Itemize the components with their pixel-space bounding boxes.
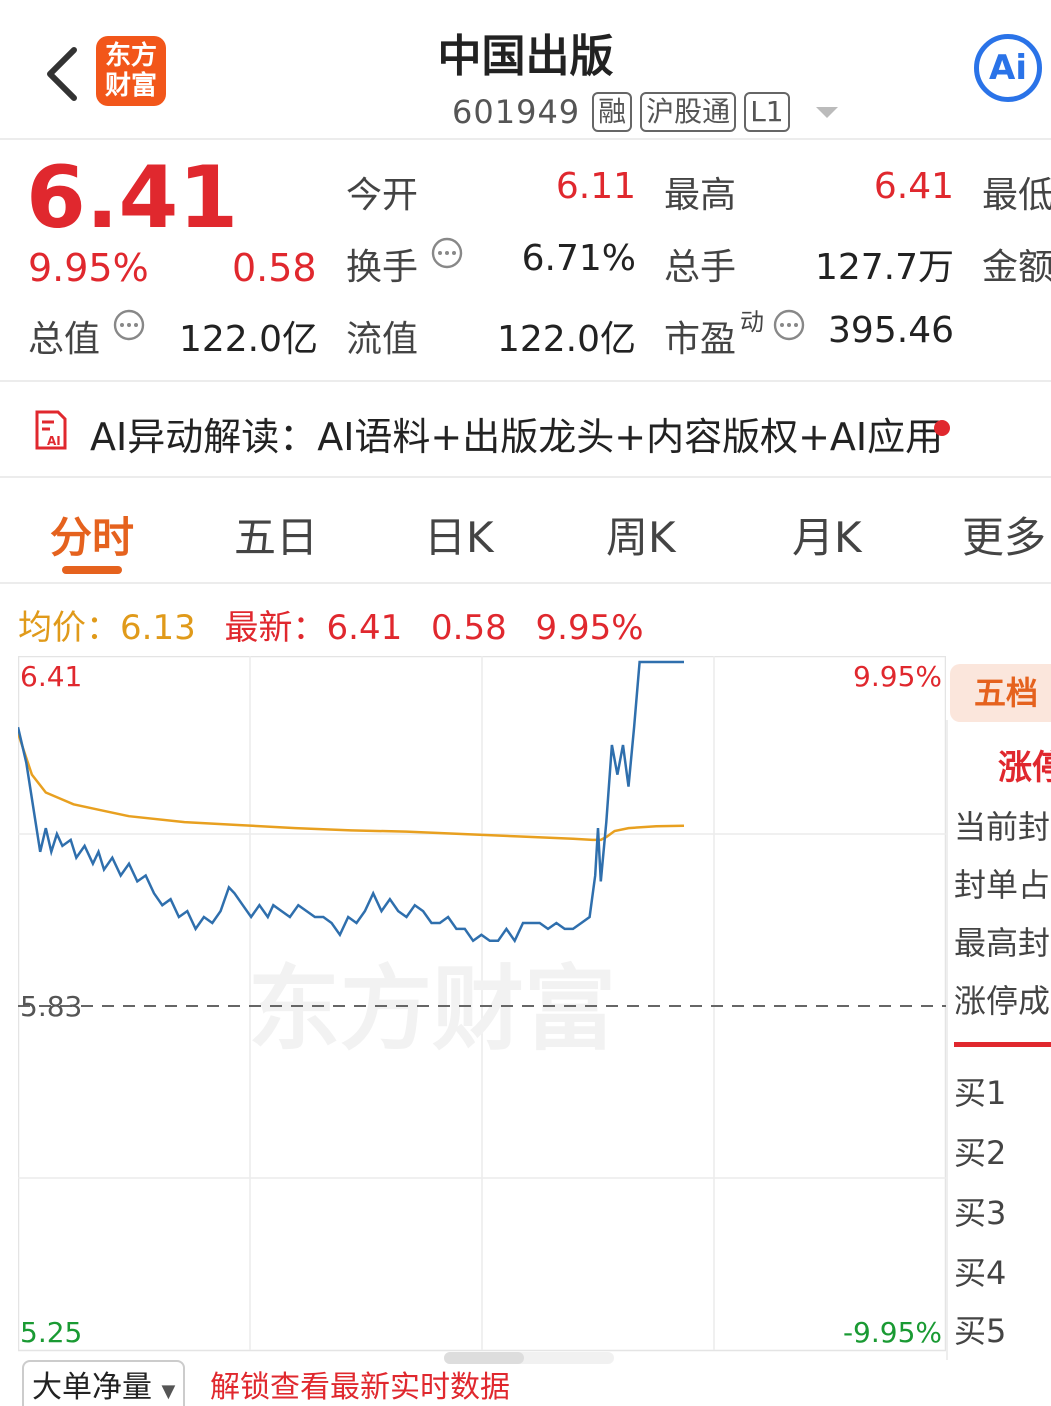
tab-monthly-k[interactable]: 月K <box>792 504 862 565</box>
unread-dot <box>934 420 950 436</box>
shanghai-connect-tag: 沪股通 <box>640 92 737 132</box>
stock-code-row[interactable]: 601949 融 沪股通 L1 <box>452 90 838 134</box>
y-label-mid: 5.83 <box>20 990 82 1023</box>
ai-document-icon: AI <box>35 410 67 450</box>
tab-weekly-k[interactable]: 周K <box>606 504 676 565</box>
turnover-value: 6.71% <box>521 238 636 279</box>
side-row: 封单占 <box>954 866 1051 904</box>
chart-change-pct: 9.95% <box>535 608 644 648</box>
turnover-label: 换手 <box>346 247 419 288</box>
info-icon[interactable] <box>772 308 806 342</box>
volume-value: 127.7万 <box>814 247 954 288</box>
ai-analysis-text[interactable]: AI异动解读：AI语料+出版龙头+内容版权+AI应用 <box>90 406 943 461</box>
side-row: 涨停成 <box>954 982 1051 1020</box>
change-amount: 0.58 <box>232 246 317 290</box>
active-tab-indicator <box>62 566 122 574</box>
avg-value: 6.13 <box>120 608 196 648</box>
stock-code: 601949 <box>452 93 581 131</box>
bid-4-label: 买4 <box>954 1254 1007 1292</box>
chevron-down-icon[interactable] <box>815 106 838 118</box>
side-row: 当前封 <box>954 808 1051 846</box>
big-order-net-dropdown[interactable]: 大单净量 ▼ <box>22 1360 186 1406</box>
page-indicator <box>444 1352 614 1364</box>
tab-five-levels[interactable]: 五档 <box>950 664 1051 722</box>
last-price: 6.41 <box>26 148 239 248</box>
high-label: 最高 <box>664 175 737 216</box>
high-value: 6.41 <box>873 166 954 207</box>
avg-price-line <box>18 732 685 842</box>
pe-value: 395.46 <box>828 310 954 351</box>
float-cap-label: 流值 <box>346 319 419 360</box>
caret-down-icon: ▼ <box>161 1381 176 1402</box>
ai-assistant-button[interactable]: Ai <box>974 34 1042 102</box>
y-label-high-pct: 9.95% <box>853 660 942 693</box>
open-label: 今开 <box>346 175 419 216</box>
info-icon[interactable] <box>112 308 146 342</box>
bid-5-label: 买5 <box>954 1312 1007 1350</box>
low-label: 最低 <box>982 175 1051 216</box>
intraday-chart[interactable]: 东方财富 6.41 5.83 5.25 9.95% -9.95% <box>18 656 946 1356</box>
unlock-realtime-link[interactable]: 解锁查看最新实时数据 <box>210 1362 510 1406</box>
bid-1-label: 买1 <box>954 1074 1007 1112</box>
price-line <box>18 660 684 944</box>
open-value: 6.11 <box>555 166 636 207</box>
volume-label: 总手 <box>664 247 737 288</box>
quote-divider <box>0 380 1051 382</box>
side-row: 最高封 <box>954 924 1051 962</box>
bid-2-label: 买2 <box>954 1134 1007 1172</box>
side-divider <box>946 720 948 1360</box>
watermark: 东方财富 <box>248 956 616 1063</box>
change-percent: 9.95% <box>28 246 149 290</box>
info-icon[interactable] <box>430 236 464 270</box>
chart-summary: 均价：6.13 最新：6.41 0.58 9.95% <box>18 600 662 649</box>
limit-up-label: 涨停 <box>998 748 1051 788</box>
tab-daily-k[interactable]: 日K <box>424 504 494 565</box>
y-label-low-pct: -9.95% <box>843 1316 942 1349</box>
margin-tag: 融 <box>592 92 633 132</box>
level1-tag: L1 <box>744 92 790 132</box>
pe-label: 市盈 <box>664 319 737 360</box>
latest-label: 最新： <box>224 608 327 648</box>
tab-more[interactable]: 更多 <box>962 504 1046 565</box>
bid-3-label: 买3 <box>954 1194 1007 1232</box>
chart-change: 0.58 <box>431 608 507 648</box>
svg-text:AI: AI <box>47 434 61 448</box>
pe-dynamic-sup: 动 <box>740 308 764 336</box>
tab-intraday[interactable]: 分时 <box>50 504 134 565</box>
stock-name: 中国出版 <box>437 31 614 82</box>
avg-label: 均价： <box>18 608 120 648</box>
ai-divider <box>0 476 1051 478</box>
float-cap-value: 122.0亿 <box>496 319 636 360</box>
side-red-divider <box>954 1042 1051 1047</box>
tab-five-day[interactable]: 五日 <box>234 504 318 565</box>
y-label-high: 6.41 <box>20 660 82 693</box>
market-cap-value: 122.0亿 <box>178 319 318 360</box>
tabs-divider <box>0 582 1051 584</box>
header-divider <box>0 138 1051 140</box>
latest-value: 6.41 <box>326 608 403 648</box>
amount-label: 金额 <box>982 247 1051 288</box>
y-label-low: 5.25 <box>20 1316 82 1349</box>
big-order-net-label: 大单净量 <box>32 1370 152 1405</box>
market-cap-label: 总值 <box>28 319 101 360</box>
